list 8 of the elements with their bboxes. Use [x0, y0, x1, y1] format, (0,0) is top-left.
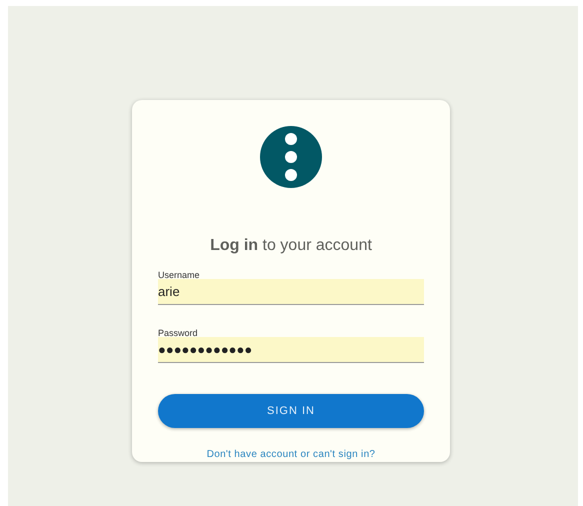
logo-icon — [260, 126, 322, 188]
input-field[interactable]: arie — [158, 279, 424, 305]
field-label: Password — [158, 328, 199, 339]
help-link[interactable]: Don't have account or can't sign in? — [206, 449, 376, 460]
sign-in-button[interactable]: SIGN IN — [158, 394, 424, 428]
input-field[interactable]: ●●●●●●●●●●●● — [158, 337, 424, 363]
login-title: Log in to your account — [210, 236, 372, 256]
field-label: Username — [158, 270, 201, 281]
